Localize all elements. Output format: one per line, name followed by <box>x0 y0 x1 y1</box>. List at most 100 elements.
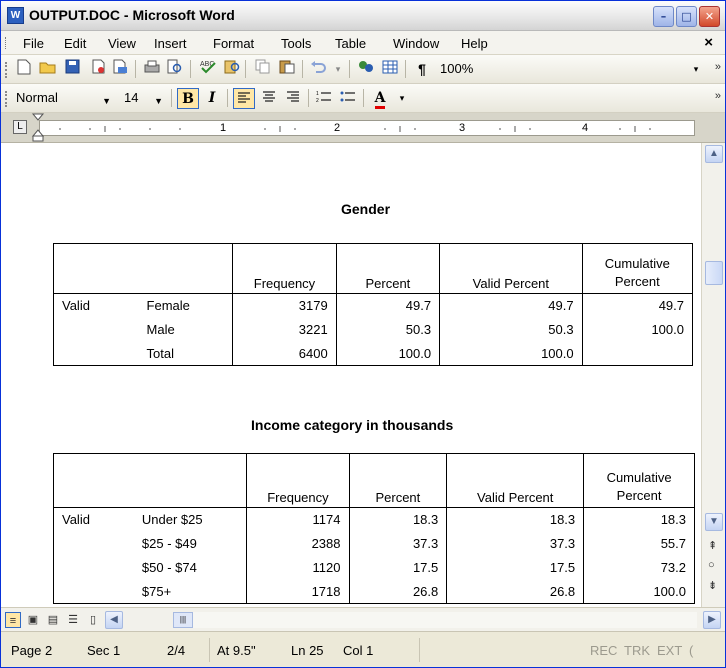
table-cell: 50.3 <box>335 317 441 342</box>
menu-window[interactable]: Window <box>393 36 439 51</box>
horizontal-scroll-area: ≡ ▣ ▤ ☰ ▯ ◀ ||| ▶ <box>1 607 725 631</box>
toolbar-options-icon[interactable]: » <box>715 61 721 73</box>
indent-marker-icon[interactable] <box>31 113 45 143</box>
word-app-icon[interactable]: W <box>7 7 24 24</box>
title-bar[interactable]: W OUTPUT.DOC - Microsoft Word – □ ✕ <box>1 1 725 31</box>
reading-layout-icon[interactable]: ▯ <box>85 612 101 628</box>
spelling-icon[interactable]: ABC <box>197 59 219 80</box>
bullets-icon[interactable] <box>337 88 359 109</box>
status-trk[interactable]: TRK <box>624 643 650 658</box>
header-cell <box>52 453 134 508</box>
select-browse-object-icon[interactable]: ○ <box>708 559 715 571</box>
research-icon[interactable] <box>221 59 243 80</box>
undo-icon[interactable] <box>307 59 329 80</box>
menu-help[interactable]: Help <box>461 36 488 51</box>
header-cell: Percent <box>335 243 441 294</box>
style-combo[interactable]: Normal ▼ <box>13 89 113 108</box>
menu-grip[interactable] <box>5 37 8 49</box>
font-color-icon[interactable]: A <box>369 88 391 109</box>
table-cell: Under $25 <box>133 507 248 532</box>
style-dropdown-icon[interactable]: ▼ <box>102 93 111 110</box>
hyperlink-icon[interactable] <box>355 59 377 80</box>
save-icon[interactable] <box>61 59 83 80</box>
tables-borders-icon[interactable] <box>379 59 401 80</box>
next-page-icon[interactable]: ⇟ <box>708 579 717 592</box>
menu-view[interactable]: View <box>108 36 136 51</box>
permission-icon[interactable] <box>87 59 109 80</box>
font-size-dropdown-icon[interactable]: ▼ <box>154 93 163 110</box>
scroll-left-icon[interactable]: ◀ <box>105 611 123 629</box>
header-cell: Cumulative Percent <box>581 243 694 294</box>
bold-button[interactable]: B <box>177 88 199 109</box>
zoom-combo[interactable]: 100% <box>437 60 501 79</box>
close-button[interactable]: ✕ <box>699 6 720 27</box>
horizontal-scroll-thumb[interactable]: ||| <box>173 612 193 628</box>
horizontal-scroll-track[interactable] <box>193 612 697 628</box>
normal-view-icon[interactable]: ≡ <box>5 612 21 628</box>
toolbar-options-icon[interactable]: » <box>715 90 721 102</box>
toolbar-grip[interactable] <box>5 91 8 107</box>
status-ovr[interactable]: ( <box>689 643 693 658</box>
table-cell: 73.2 <box>583 555 695 580</box>
scroll-down-icon[interactable]: ▼ <box>705 513 723 531</box>
email-icon[interactable] <box>109 59 131 80</box>
table-cell: Male <box>138 317 234 342</box>
minimize-button[interactable]: – <box>653 6 674 27</box>
menu-insert[interactable]: Insert <box>154 36 187 51</box>
copy-icon[interactable] <box>252 59 274 80</box>
table-cell: 3179 <box>232 293 337 318</box>
toolbar-separator <box>245 60 246 78</box>
status-line: Ln 25 <box>291 643 324 658</box>
outline-view-icon[interactable]: ☰ <box>65 612 81 628</box>
open-icon[interactable] <box>37 59 59 80</box>
menu-tools[interactable]: Tools <box>281 36 311 51</box>
maximize-button[interactable]: □ <box>676 6 697 27</box>
undo-dropdown-icon[interactable]: ▾ <box>327 59 349 80</box>
paste-icon[interactable] <box>276 59 298 80</box>
svg-text:2: 2 <box>316 98 319 103</box>
print-icon[interactable] <box>141 59 163 80</box>
toolbar-grip[interactable] <box>5 62 8 78</box>
align-center-icon[interactable] <box>258 88 280 109</box>
table-cell: 55.7 <box>583 531 695 556</box>
italic-button[interactable]: I <box>201 88 223 109</box>
table-row: $75+ 1718 26.8 26.8 100.0 <box>52 579 695 604</box>
scroll-thumb[interactable] <box>705 261 723 285</box>
print-layout-icon[interactable]: ▤ <box>45 612 61 628</box>
align-right-icon[interactable] <box>282 88 304 109</box>
status-section: Sec 1 <box>87 643 121 658</box>
table-cell: Valid <box>52 293 139 318</box>
toolbar-separator <box>135 60 136 78</box>
show-hide-icon[interactable]: ¶ <box>411 59 433 80</box>
status-ext[interactable]: EXT <box>657 643 682 658</box>
font-size-combo[interactable]: 14 ▼ <box>121 89 165 108</box>
align-left-icon[interactable] <box>233 88 255 109</box>
new-icon[interactable] <box>13 59 35 80</box>
table-cell: 100.0 <box>335 341 441 366</box>
scroll-up-icon[interactable]: ▲ <box>705 145 723 163</box>
vertical-scrollbar[interactable]: ▲ ▼ ⇞ ○ ⇟ <box>701 143 725 607</box>
font-color-dropdown-icon[interactable]: ▾ <box>391 88 413 109</box>
status-rec[interactable]: REC <box>590 643 617 658</box>
print-preview-icon[interactable] <box>164 59 186 80</box>
numbering-icon[interactable]: 12 <box>313 88 335 109</box>
table-cell: 6400 <box>232 341 337 366</box>
tab-selector[interactable]: L <box>13 120 27 134</box>
document-page[interactable]: Gender Frequency Percent Valid Percent C… <box>1 143 701 607</box>
menu-file[interactable]: File <box>23 36 44 51</box>
zoom-dropdown-icon[interactable]: ▾ <box>685 59 707 80</box>
table-cell: 1120 <box>246 555 350 580</box>
menu-format[interactable]: Format <box>213 36 254 51</box>
status-page-of: 2/4 <box>167 643 186 658</box>
web-layout-icon[interactable]: ▣ <box>25 612 41 628</box>
menu-table[interactable]: Table <box>335 36 366 51</box>
previous-page-icon[interactable]: ⇞ <box>708 539 717 552</box>
table-cell <box>52 531 134 556</box>
scroll-right-icon[interactable]: ▶ <box>703 611 721 629</box>
menu-edit[interactable]: Edit <box>64 36 86 51</box>
document-close-icon[interactable]: × <box>704 34 713 51</box>
toolbar-separator <box>302 60 303 78</box>
horizontal-ruler[interactable]: 1 2 3 4 <box>31 113 695 142</box>
status-bar: Page 2 Sec 1 2/4 At 9.5" Ln 25 Col 1 REC… <box>1 631 725 667</box>
table-cell: $75+ <box>133 579 248 604</box>
